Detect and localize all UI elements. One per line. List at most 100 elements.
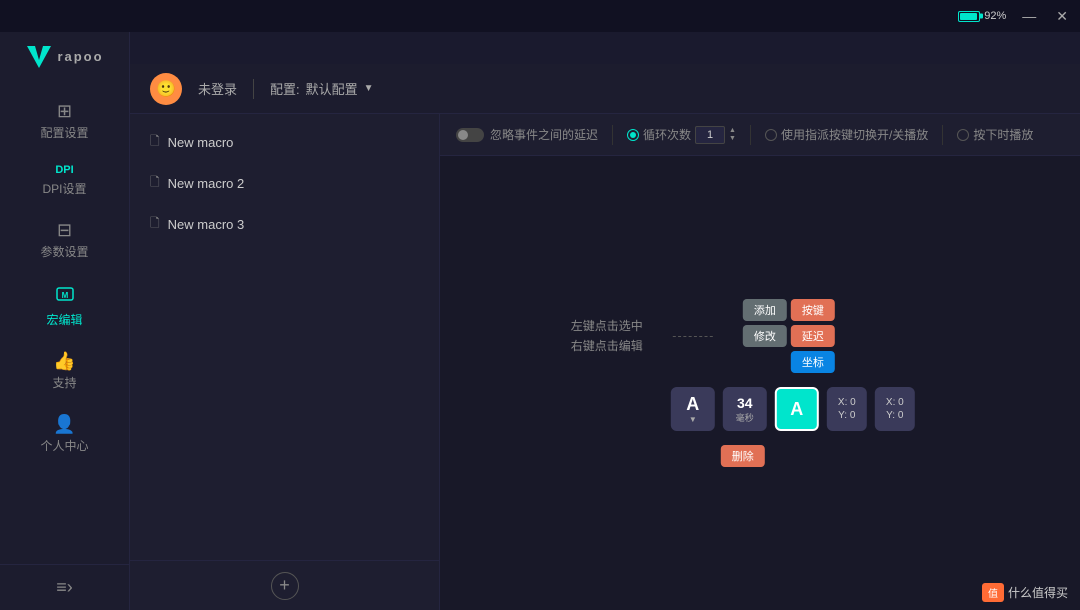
key-button[interactable]: 按键 xyxy=(791,299,835,321)
modify-button[interactable]: 修改 xyxy=(743,325,787,347)
add-macro-button[interactable]: + xyxy=(271,572,299,600)
macro-list-footer: + xyxy=(130,560,439,610)
toolbar-sep-1 xyxy=(612,125,613,145)
config-prefix: 配置: xyxy=(270,79,300,98)
key-block-a-gray[interactable]: A ▼ xyxy=(671,387,715,431)
delay-value: 34 xyxy=(737,395,753,411)
ignore-delay-toggle[interactable]: 忽略事件之间的延迟 xyxy=(456,126,598,143)
nav-label-config: 配置设置 xyxy=(40,124,88,141)
content-area: 🗋 New macro 🗋 New macro 2 🗋 New macro 3 … xyxy=(130,114,1080,610)
macro-item-name-1: New macro 2 xyxy=(168,176,245,191)
battery-icon xyxy=(958,11,980,22)
key-char-2: A xyxy=(790,399,803,420)
nav-label-support: 支持 xyxy=(52,374,76,391)
press-play-radio[interactable] xyxy=(957,129,969,141)
loop-count-label: 循环次数 xyxy=(643,126,691,143)
delete-button[interactable]: 删除 xyxy=(721,445,765,467)
loop-count-radio[interactable] xyxy=(627,129,639,141)
nav-label-param: 参数设置 xyxy=(40,243,88,260)
macro-editor-icon: M xyxy=(55,284,75,307)
svg-text:M: M xyxy=(61,291,68,300)
instruction-line2: 右键点击编辑 xyxy=(571,336,643,356)
support-icon: 👍 xyxy=(53,352,75,370)
watermark-badge: 值 xyxy=(982,583,1004,602)
macro-item-icon-1: 🗋 xyxy=(150,173,160,194)
delay-unit: 毫秒 xyxy=(736,411,754,424)
toolbar-sep-3 xyxy=(942,125,943,145)
sidebar-item-param-settings[interactable]: ⊟ 参数设置 xyxy=(0,209,129,272)
instruction-text: 左键点击选中 右键点击编辑 xyxy=(571,316,643,357)
sidebar-item-support[interactable]: 👍 支持 xyxy=(0,340,129,403)
watermark: 值 什么值得买 xyxy=(982,583,1068,602)
sidebar-item-personal[interactable]: 👤 个人中心 xyxy=(0,403,129,466)
keys-row: A ▼ 34 毫秒 A X xyxy=(671,387,915,431)
sidebar-item-macro-editor[interactable]: M 宏编辑 xyxy=(0,272,129,340)
user-name: 未登录 xyxy=(198,79,237,98)
press-play-label: 按下时播放 xyxy=(973,126,1033,143)
watermark-text: 什么值得买 xyxy=(1008,584,1068,601)
macro-item-name-0: New macro xyxy=(168,135,234,150)
use-key-option[interactable]: 使用指派按键切换开/关播放 xyxy=(765,126,928,143)
delay-block[interactable]: 34 毫秒 xyxy=(723,387,767,431)
nav-label-macro: 宏编辑 xyxy=(46,311,82,328)
loop-count-input[interactable] xyxy=(695,126,725,144)
dpi-settings-icon: DPI xyxy=(55,165,73,176)
macro-item-name-2: New macro 3 xyxy=(168,217,245,232)
context-menu-popup: 添加 按键 修改 延迟 xyxy=(743,299,835,373)
key-char-1: A xyxy=(686,394,699,415)
loop-count-option[interactable]: 循环次数 ▲ ▼ xyxy=(627,126,736,144)
press-play-option[interactable]: 按下时播放 xyxy=(957,126,1033,143)
key-arrow-down: ▼ xyxy=(689,415,697,424)
macro-item-icon-0: 🗋 xyxy=(150,132,160,153)
battery-percent: 92% xyxy=(984,10,1006,22)
macro-item-0[interactable]: 🗋 New macro xyxy=(130,122,439,163)
param-settings-icon: ⊟ xyxy=(57,221,72,239)
top-header: 🙂 未登录 配置: 默认配置 ▼ xyxy=(130,64,1080,114)
app-container: rapoo ⊞ 配置设置 DPI DPI设置 ⊟ 参数设置 M 宏编辑 👍 支持 xyxy=(0,32,1080,610)
macro-list: 🗋 New macro 🗋 New macro 2 🗋 New macro 3 xyxy=(130,114,439,560)
sidebar-item-dpi-settings[interactable]: DPI DPI设置 xyxy=(0,153,129,209)
logo-text: rapoo xyxy=(57,49,103,64)
instruction-line1: 左键点击选中 xyxy=(571,316,643,336)
macro-item-icon-2: 🗋 xyxy=(150,214,160,235)
close-button[interactable]: ✕ xyxy=(1052,6,1072,27)
sidebar: rapoo ⊞ 配置设置 DPI DPI设置 ⊟ 参数设置 M 宏编辑 👍 支持 xyxy=(0,32,130,610)
key-block-a-teal[interactable]: A xyxy=(775,387,819,431)
loop-count-spinner[interactable]: ▲ ▼ xyxy=(729,127,736,142)
ignore-delay-label: 忽略事件之间的延迟 xyxy=(490,126,598,143)
sidebar-bottom: ≡› xyxy=(0,564,129,610)
config-selector[interactable]: 配置: 默认配置 ▼ xyxy=(270,79,374,98)
coord-button[interactable]: 坐标 xyxy=(791,351,835,373)
nav-label-personal: 个人中心 xyxy=(40,437,88,454)
coord-block-1[interactable]: X: 0 Y: 0 xyxy=(827,387,867,431)
config-name: 默认配置 xyxy=(306,79,358,98)
logo-area: rapoo xyxy=(15,42,113,70)
coord-block-2[interactable]: X: 0 Y: 0 xyxy=(875,387,915,431)
macro-item-1[interactable]: 🗋 New macro 2 xyxy=(130,163,439,204)
toggle-switch-ignore-delay[interactable] xyxy=(456,128,484,142)
minimize-button[interactable]: — xyxy=(1018,6,1040,26)
coord-2-x: X: 0 xyxy=(886,397,904,408)
avatar: 🙂 xyxy=(150,73,182,105)
coord-1-y: Y: 0 xyxy=(838,410,855,421)
sidebar-item-config-settings[interactable]: ⊞ 配置设置 xyxy=(0,90,129,153)
macro-item-2[interactable]: 🗋 New macro 3 xyxy=(130,204,439,245)
add-action-button[interactable]: 添加 xyxy=(743,299,787,321)
editor-canvas: 左键点击选中 右键点击编辑 添加 xyxy=(440,156,1080,610)
title-bar: 92% — ✕ xyxy=(0,0,1080,32)
nav-label-dpi: DPI设置 xyxy=(42,180,86,197)
delay-button[interactable]: 延迟 xyxy=(791,325,835,347)
config-dropdown-arrow: ▼ xyxy=(364,83,374,94)
use-key-radio[interactable] xyxy=(765,129,777,141)
battery-indicator: 92% xyxy=(958,10,1006,22)
coord-2-y: Y: 0 xyxy=(886,410,903,421)
editor-toolbar: 忽略事件之间的延迟 循环次数 ▲ ▼ 使用指派按键切换开/关播放 xyxy=(440,114,1080,156)
personal-icon: 👤 xyxy=(53,415,75,433)
sidebar-expand-icon[interactable]: ≡› xyxy=(56,577,73,598)
add-icon: + xyxy=(279,575,290,596)
macro-list-panel: 🗋 New macro 🗋 New macro 2 🗋 New macro 3 … xyxy=(130,114,440,610)
header-divider xyxy=(253,79,254,99)
use-key-label: 使用指派按键切换开/关播放 xyxy=(781,126,928,143)
config-settings-icon: ⊞ xyxy=(57,102,72,120)
connector-line xyxy=(673,336,713,337)
